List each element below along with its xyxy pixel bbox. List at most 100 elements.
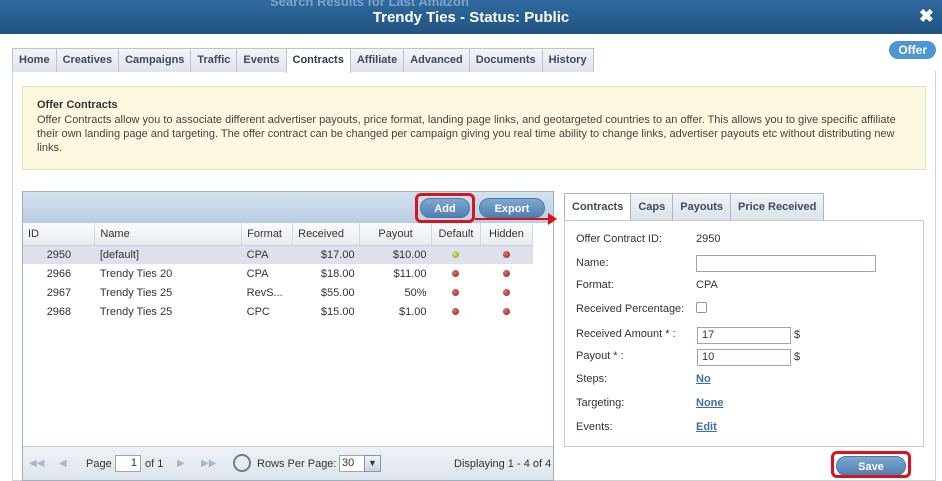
prev-page-icon[interactable]: ◀ xyxy=(59,458,75,470)
background-window-title: Search Results for Last Amazon xyxy=(270,0,469,9)
cell-received: $17.00 xyxy=(292,245,360,264)
page-number-input[interactable]: 1 xyxy=(115,455,141,472)
next-page-icon[interactable]: ▶ xyxy=(177,458,193,470)
tab-campaigns[interactable]: Campaigns xyxy=(118,48,192,72)
cell-received: $15.00 xyxy=(320,305,355,318)
cell-name: Trendy Ties 20 xyxy=(99,267,173,280)
cell-default xyxy=(431,264,480,283)
cell-format: CPA xyxy=(246,267,269,280)
format-value: CPA xyxy=(696,279,718,291)
tab-traffic[interactable]: Traffic xyxy=(190,48,238,72)
tab-creatives[interactable]: Creatives xyxy=(55,48,120,72)
payout-currency: $ xyxy=(794,351,801,363)
tab-contracts[interactable]: Contracts xyxy=(285,48,351,73)
payout-input[interactable]: 10 xyxy=(697,349,791,366)
window-titlebar: Search Results for Last Amazon Trendy Ti… xyxy=(0,0,942,34)
cell-default xyxy=(431,283,480,302)
column-header-default[interactable]: Default xyxy=(431,223,481,246)
hidden-off-icon xyxy=(502,250,510,258)
cell-hidden xyxy=(480,283,532,302)
name-input[interactable] xyxy=(696,255,876,272)
contract-detail-panel: Offer Contract ID: 2950 Name: Format: CP… xyxy=(564,220,924,447)
close-icon[interactable]: ✖ xyxy=(919,6,934,27)
column-header-format[interactable]: Format xyxy=(241,223,294,246)
tab-documents[interactable]: Documents xyxy=(468,48,543,72)
grid-toolbar: Add Export xyxy=(23,192,553,223)
column-header-payout[interactable]: Payout xyxy=(359,223,432,246)
tab-history[interactable]: History xyxy=(541,48,594,72)
received-amount-label: Received Amount * : xyxy=(576,328,676,340)
refresh-icon[interactable] xyxy=(233,454,251,472)
last-page-icon[interactable]: ▶▶ xyxy=(201,458,217,470)
default-off-icon xyxy=(452,288,460,296)
cell-format: CPA xyxy=(241,245,293,264)
tab-detail-contracts[interactable]: Contracts xyxy=(564,193,632,221)
tab-affiliate[interactable]: Affiliate xyxy=(349,48,405,72)
column-header-name[interactable]: Name xyxy=(94,223,243,246)
info-box: Offer Contracts Offer Contracts allow yo… xyxy=(22,86,926,170)
tab-detail-caps[interactable]: Caps xyxy=(630,193,674,220)
save-button-highlight xyxy=(831,451,911,478)
annotation-arrow-head xyxy=(548,213,557,225)
cell-format: RevS... xyxy=(246,286,283,299)
table-row[interactable]: 2966 Trendy Ties 20 CPA $18.00 $11.00 xyxy=(23,264,533,283)
hidden-off-icon xyxy=(502,288,510,296)
grid-pager: ◀◀ ◀ Page 1 of 1 ▶ ▶▶ Rows Per Page: 30 … xyxy=(23,446,553,480)
tab-home[interactable]: Home xyxy=(12,48,57,72)
cell-id: 2968 xyxy=(46,305,72,318)
add-button-highlight xyxy=(415,193,475,223)
cell-payout: $11.00 xyxy=(393,267,427,280)
cell-payout: 50% xyxy=(404,286,427,299)
contracts-table: ID Name Format Received Payout Default H… xyxy=(23,223,534,321)
export-button[interactable]: Export xyxy=(479,198,545,218)
cell-hidden xyxy=(480,302,532,321)
rows-per-page-label: Rows Per Page: xyxy=(257,458,337,470)
info-heading: Offer Contracts xyxy=(37,99,118,111)
default-on-icon xyxy=(452,250,460,258)
targeting-link[interactable]: None xyxy=(696,397,724,409)
payout-label: Payout * : xyxy=(576,350,624,362)
cell-name: Trendy Ties 25 xyxy=(99,286,173,299)
table-row[interactable]: 2968 Trendy Ties 25 CPC $15.00 $1.00 xyxy=(23,302,533,321)
tab-detail-price-received[interactable]: Price Received xyxy=(730,193,825,220)
hidden-off-icon xyxy=(502,307,510,315)
received-percentage-checkbox[interactable] xyxy=(696,302,707,313)
format-label: Format: xyxy=(576,279,614,291)
cell-format: CPC xyxy=(246,305,270,318)
hidden-off-icon xyxy=(502,269,510,277)
cell-id: 2966 xyxy=(46,267,72,280)
steps-link[interactable]: No xyxy=(696,373,711,385)
cell-id: 2967 xyxy=(46,286,72,299)
cell-default xyxy=(431,245,481,264)
detail-tabs: Contracts Caps Payouts Price Received xyxy=(564,193,825,221)
cell-id: 2950 xyxy=(23,245,95,264)
cell-hidden xyxy=(480,245,533,264)
table-row[interactable]: 2967 Trendy Ties 25 RevS... $55.00 50% xyxy=(23,283,533,302)
tab-detail-payouts[interactable]: Payouts xyxy=(672,193,732,220)
tab-advanced[interactable]: Advanced xyxy=(403,48,470,72)
column-header-received[interactable]: Received xyxy=(292,223,361,246)
column-header-hidden[interactable]: Hidden xyxy=(480,223,534,246)
events-label: Events: xyxy=(576,421,613,433)
chevron-down-icon[interactable]: ▼ xyxy=(364,455,381,472)
received-amount-currency: $ xyxy=(794,329,801,341)
offer-contract-id-value: 2950 xyxy=(696,233,721,245)
received-amount-input[interactable]: 17 xyxy=(697,327,791,344)
received-percentage-label: Received Percentage: xyxy=(576,303,685,315)
entity-type-badge: Offer xyxy=(889,41,936,59)
name-label: Name: xyxy=(576,257,609,269)
table-header: ID Name Format Received Payout Default H… xyxy=(23,223,534,246)
first-page-icon[interactable]: ◀◀ xyxy=(29,458,45,470)
events-edit-link[interactable]: Edit xyxy=(696,421,717,433)
tab-events[interactable]: Events xyxy=(236,48,287,72)
column-header-id[interactable]: ID xyxy=(23,223,96,246)
table-row[interactable]: 2950 [default] CPA $17.00 $10.00 xyxy=(23,245,533,264)
cell-received: $18.00 xyxy=(320,267,355,280)
cell-hidden xyxy=(480,264,532,283)
steps-label: Steps: xyxy=(576,373,608,385)
page-label: Page xyxy=(86,458,112,470)
cell-received: $55.00 xyxy=(320,286,355,299)
cell-payout: $10.00 xyxy=(359,245,432,264)
main-tabs: Home Creatives Campaigns Traffic Events … xyxy=(12,48,594,73)
window-title: Trendy Ties - Status: Public xyxy=(372,9,570,26)
